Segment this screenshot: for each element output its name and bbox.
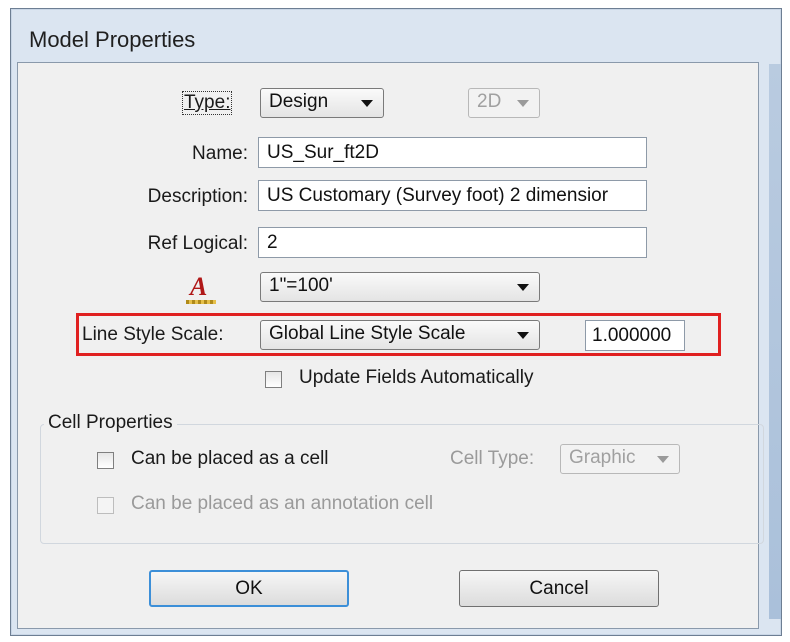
chevron-down-icon [361,100,373,107]
cell-type-value: Graphic [569,447,636,468]
ref-logical-label: Ref Logical: [147,233,248,254]
update-fields-checkbox[interactable] [265,371,282,388]
placed-as-cell-label[interactable]: Can be placed as a cell [131,448,329,470]
annotation-cell-label: Can be placed as an annotation cell [131,493,434,514]
name-field[interactable]: US_Sur_ft2D [258,137,647,168]
chevron-down-icon [517,284,529,291]
line-style-scale-number-field[interactable]: 1.000000 [585,320,685,351]
chevron-down-icon [517,100,529,107]
chevron-down-icon [517,332,529,339]
line-style-scale-value: Global Line Style Scale [269,323,466,344]
annotation-scale-value: 1"=100' [269,275,333,296]
ref-logical-field[interactable]: 2 [258,227,647,258]
cell-type-dropdown: Graphic [560,444,680,474]
name-label: Name: [192,143,248,164]
line-style-scale-label: Line Style Scale: [82,324,224,345]
cell-properties-group [40,424,764,544]
type-value: Design [269,91,329,112]
cell-type-label: Cell Type: [450,448,535,469]
description-label: Description: [147,186,248,207]
dimension-value: 2D [477,91,502,112]
type-label: Type: [181,91,233,115]
placed-as-cell-checkbox[interactable] [97,452,114,469]
type-dropdown[interactable]: Design [260,88,384,118]
dialog-title: Model Properties [29,27,196,52]
update-fields-label[interactable]: Update Fields Automatically [299,367,533,389]
dimension-dropdown: 2D [468,88,540,118]
cell-properties-group-label: Cell Properties [44,412,177,434]
cancel-button[interactable]: Cancel [459,570,659,607]
description-field[interactable]: US Customary (Survey foot) 2 dimensior [258,180,647,211]
chevron-down-icon [657,456,669,463]
ok-button[interactable]: OK [149,570,349,607]
window-border-right [769,64,781,619]
annotation-cell-checkbox [97,497,114,514]
line-style-scale-dropdown[interactable]: Global Line Style Scale [260,320,540,350]
annotation-scale-dropdown[interactable]: 1"=100' [260,272,540,302]
annotation-scale-icon: A [186,272,220,304]
